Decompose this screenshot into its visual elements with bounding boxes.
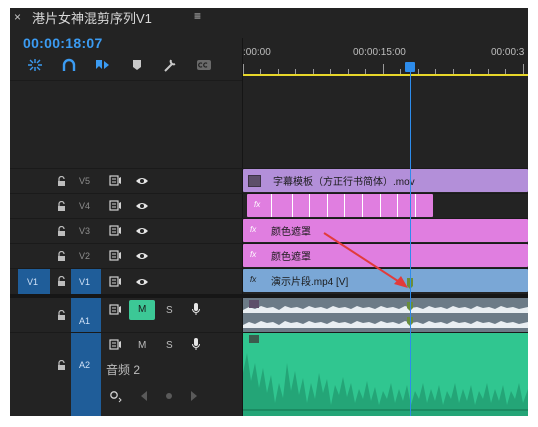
track-target-a2[interactable]: A2 xyxy=(71,333,101,416)
fx-badge-icon: fx xyxy=(250,250,257,259)
snap-icon[interactable] xyxy=(27,58,43,72)
header-divider xyxy=(10,80,243,81)
sync-lock-icon[interactable] xyxy=(109,339,122,350)
clip-segment-dividers xyxy=(271,194,416,217)
track-label-a2[interactable]: 音频 2 xyxy=(106,361,140,378)
ruler-label-15s: 00:00:15:00 xyxy=(353,47,406,58)
track-header-v2: V2 xyxy=(10,244,243,268)
audio-waveform-a1 xyxy=(243,298,528,332)
magnet-link-icon[interactable] xyxy=(61,58,77,72)
clip-a2-audio[interactable] xyxy=(243,333,528,416)
eye-icon[interactable] xyxy=(135,251,149,261)
mute-button-a2[interactable]: M xyxy=(138,340,146,351)
sync-lock-icon[interactable] xyxy=(109,304,122,315)
track-name-v4[interactable]: V4 xyxy=(79,201,90,211)
sequence-title[interactable]: 港片女神混剪序列V1 xyxy=(32,8,152,27)
fx-badge-icon xyxy=(248,175,261,187)
lock-icon[interactable] xyxy=(57,310,66,320)
track-name-v5[interactable]: V5 xyxy=(79,176,90,186)
audio-waveform-a2 xyxy=(243,333,528,416)
lock-icon[interactable] xyxy=(57,176,66,186)
eye-icon[interactable] xyxy=(135,226,149,236)
track-header-v4: V4 xyxy=(10,194,243,218)
fx-badge-icon: fx xyxy=(250,275,257,284)
lock-icon[interactable] xyxy=(57,276,66,286)
lock-icon[interactable] xyxy=(57,360,66,370)
track-header-a1: A1 M S xyxy=(10,298,243,332)
mute-button-a1[interactable]: M xyxy=(129,300,155,320)
source-patch-label: V1 xyxy=(27,277,39,287)
previous-keyframe-icon[interactable] xyxy=(139,390,149,402)
timeline-panel: × 港片女神混剪序列V1 ≡ 00:00:18:07 :00:00 00:00:… xyxy=(10,8,528,416)
fx-badge-icon: fx xyxy=(250,225,257,234)
clip-name: 颜色遮罩 xyxy=(271,227,311,238)
sync-lock-icon[interactable] xyxy=(109,250,122,261)
close-tab-button[interactable]: × xyxy=(14,10,21,24)
track-header-v1: V1 V1 xyxy=(10,269,243,294)
microphone-icon[interactable] xyxy=(191,337,201,351)
time-ruler[interactable] xyxy=(243,64,528,74)
track-name-a1: A1 xyxy=(79,316,91,326)
sync-lock-icon[interactable] xyxy=(109,225,122,236)
clip-v4-fx[interactable]: fx xyxy=(247,194,433,217)
eye-icon[interactable] xyxy=(135,201,149,211)
lock-icon[interactable] xyxy=(57,226,66,236)
microphone-icon[interactable] xyxy=(191,302,201,316)
work-area-bar[interactable] xyxy=(243,74,528,76)
clip-name: 颜色遮罩 xyxy=(271,252,311,263)
source-patch-v1[interactable]: V1 xyxy=(18,269,50,294)
playhead-handle[interactable] xyxy=(405,62,415,72)
track-target-a1[interactable]: A1 xyxy=(71,298,101,332)
sync-lock-icon[interactable] xyxy=(109,175,122,186)
wrench-icon[interactable] xyxy=(162,58,178,72)
playhead-timecode[interactable]: 00:00:18:07 xyxy=(23,35,103,51)
marker-add-icon[interactable] xyxy=(94,58,110,72)
sync-lock-icon[interactable] xyxy=(109,200,122,211)
ruler-label-30s: 00:00:3 xyxy=(491,47,525,58)
marker-icon[interactable] xyxy=(129,58,145,72)
track-name-v1: V1 xyxy=(79,277,91,287)
track-name-v3[interactable]: V3 xyxy=(79,226,90,236)
panel-menu-button[interactable]: ≡ xyxy=(194,9,201,23)
clip-v5-subtitle[interactable]: 字幕模板（方正行书简体）.mov xyxy=(243,169,528,192)
sync-lock-icon[interactable] xyxy=(109,276,122,287)
next-keyframe-icon[interactable] xyxy=(189,390,199,402)
track-name-a2: A2 xyxy=(79,360,91,370)
track-target-v1[interactable]: V1 xyxy=(71,269,101,294)
mute-label: M xyxy=(138,304,147,315)
solo-button-a1[interactable]: S xyxy=(166,305,173,316)
eye-icon[interactable] xyxy=(135,277,149,287)
add-keyframe-icon[interactable] xyxy=(164,390,174,402)
lock-icon[interactable] xyxy=(57,251,66,261)
ruler-label-start: :00:00 xyxy=(243,47,271,58)
solo-button-a2[interactable]: S xyxy=(166,340,173,351)
annotation-arrow-icon xyxy=(323,232,408,288)
eye-icon[interactable] xyxy=(135,176,149,186)
track-header-a2: A2 M S 音频 2 xyxy=(10,333,243,416)
clip-a1-audio[interactable] xyxy=(243,298,528,332)
track-header-v5: V5 xyxy=(10,169,243,193)
track-header-v3: V3 xyxy=(10,219,243,243)
track-name-v2[interactable]: V2 xyxy=(79,251,90,261)
clip-name: 字幕模板（方正行书简体）.mov xyxy=(273,177,415,188)
lock-icon[interactable] xyxy=(57,201,66,211)
keyframe-toggle-icon[interactable] xyxy=(109,389,123,403)
captions-icon[interactable] xyxy=(196,58,212,72)
